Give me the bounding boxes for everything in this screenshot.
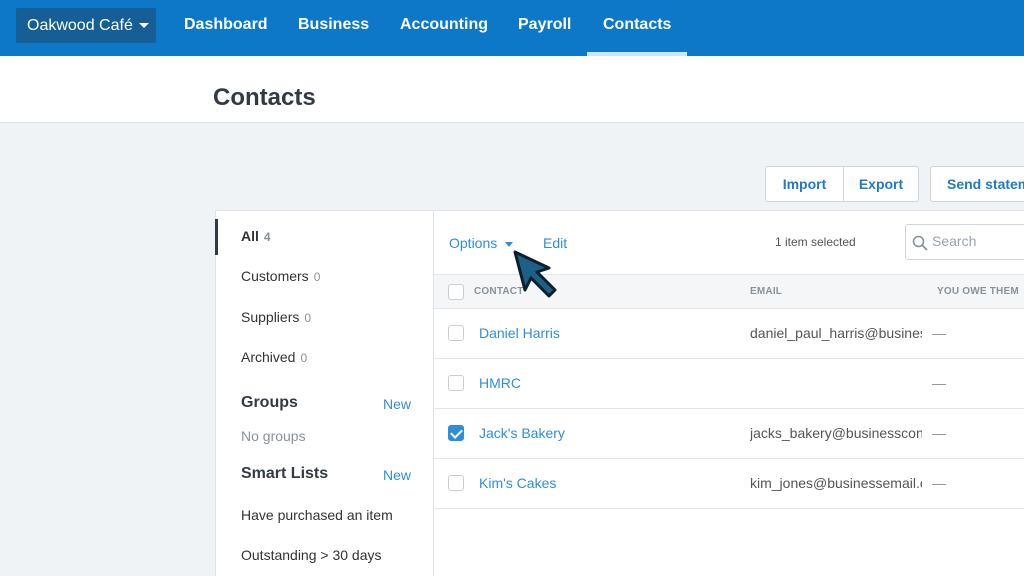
contact-email: jacks_bakery@businesscont — [750, 425, 922, 441]
row-checkbox[interactable] — [448, 375, 464, 391]
sidebar-item-suppliers[interactable]: Suppliers 0 — [241, 309, 311, 325]
nav-contacts[interactable]: Contacts — [586, 0, 689, 56]
row-checkbox[interactable] — [448, 475, 464, 491]
table-row[interactable]: Jack's Bakery jacks_bakery@businesscont … — [434, 409, 1024, 459]
select-all-checkbox[interactable] — [448, 284, 464, 300]
org-switcher-button[interactable]: Oakwood Café — [16, 8, 156, 43]
import-export-group: Import Export — [765, 166, 919, 202]
send-statements-group: Send statem — [930, 166, 1024, 202]
contact-name-link[interactable]: Kim's Cakes — [479, 475, 556, 491]
search-icon — [912, 235, 928, 251]
search-input[interactable] — [932, 233, 1024, 249]
groups-heading: Groups — [241, 394, 298, 411]
row-checkbox[interactable] — [448, 425, 464, 441]
cursor-arrow-icon — [513, 250, 557, 298]
table-row[interactable]: Kim's Cakes kim_jones@businessemail.c — — [434, 459, 1024, 509]
sidebar-item-archived[interactable]: Archived 0 — [241, 349, 307, 365]
sidebar-item-label: All — [241, 228, 259, 244]
new-group-link[interactable]: New — [383, 396, 411, 412]
sidebar-item-count: 0 — [300, 351, 308, 365]
sidebar-item-count: 4 — [263, 230, 271, 244]
selection-count: 1 item selected — [775, 235, 856, 249]
options-label: Options — [449, 235, 498, 251]
row-checkbox[interactable] — [448, 325, 464, 341]
table-row[interactable]: HMRC — — [434, 359, 1024, 409]
page-header: Contacts — [0, 56, 1024, 123]
nav-accounting[interactable]: Accounting — [400, 0, 488, 56]
sidebar-item-label: Archived — [241, 349, 296, 365]
options-dropdown[interactable]: Options — [449, 235, 514, 251]
sidebar-item-count: 0 — [304, 311, 312, 325]
owe-amount: — — [932, 325, 946, 341]
sidebar-item-all[interactable]: All 4 — [241, 228, 271, 244]
chevron-down-icon — [138, 23, 149, 28]
contacts-sidebar: All 4 Customers 0 Suppliers 0 Archived 0 Gro… — [215, 210, 434, 576]
nav-dashboard[interactable]: Dashboard — [184, 0, 268, 56]
column-header-you-owe-them[interactable]: YOU OWE THEM — [937, 286, 1019, 297]
smart-list-item[interactable]: Outstanding > 30 days — [241, 547, 382, 563]
nav-payroll[interactable]: Payroll — [518, 0, 571, 56]
sidebar-item-count: 0 — [313, 270, 321, 284]
column-header-email[interactable]: EMAIL — [750, 286, 782, 297]
active-indicator — [215, 219, 218, 255]
import-button[interactable]: Import — [766, 167, 843, 201]
no-groups-text: No groups — [241, 428, 306, 444]
sidebar-item-label: Suppliers — [241, 309, 300, 325]
owe-amount: — — [932, 425, 946, 441]
send-statements-button[interactable]: Send statem — [931, 167, 1024, 201]
contact-name-link[interactable]: Jack's Bakery — [479, 425, 565, 441]
contact-email: kim_jones@businessemail.c — [750, 475, 922, 491]
contact-name-link[interactable]: Daniel Harris — [479, 325, 560, 341]
top-nav: Oakwood Café Dashboard Business Accounti… — [0, 0, 1024, 56]
contact-name-link[interactable]: HMRC — [479, 375, 521, 391]
owe-amount: — — [932, 375, 946, 391]
export-button[interactable]: Export — [843, 167, 918, 201]
smart-lists-heading: Smart Lists — [241, 465, 329, 482]
sidebar-item-label: Customers — [241, 268, 309, 284]
page-title: Contacts — [213, 84, 316, 111]
contact-email: daniel_paul_harris@busines — [750, 325, 922, 341]
org-name: Oakwood Café — [27, 16, 133, 34]
smart-list-item[interactable]: Have purchased an item — [241, 507, 393, 523]
new-smart-list-link[interactable]: New — [383, 467, 411, 483]
search-box[interactable] — [905, 224, 1024, 260]
owe-amount: — — [932, 475, 946, 491]
nav-business[interactable]: Business — [298, 0, 369, 56]
table-row[interactable]: Daniel Harris daniel_paul_harris@busines… — [434, 309, 1024, 359]
sidebar-item-customers[interactable]: Customers 0 — [241, 268, 320, 284]
